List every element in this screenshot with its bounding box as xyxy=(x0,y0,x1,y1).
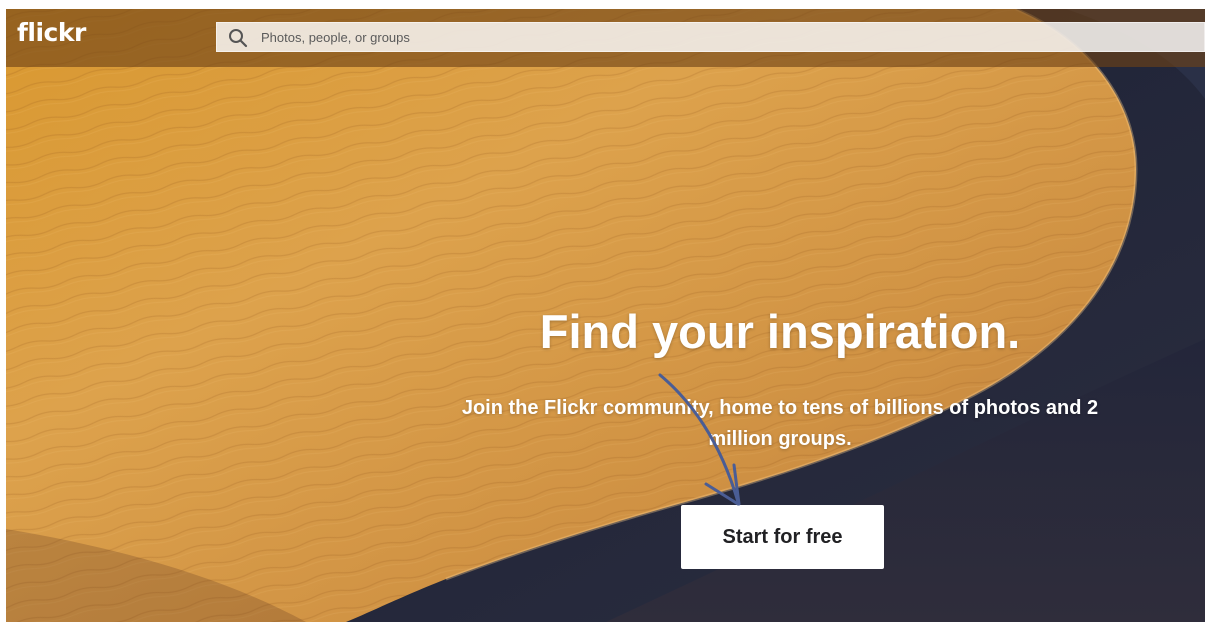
search-input[interactable] xyxy=(261,23,1191,51)
flickr-logo[interactable]: flickr xyxy=(17,18,86,47)
hero-subheadline: Join the Flickr community, home to tens … xyxy=(461,397,1099,450)
hero-headline: Find your inspiration. xyxy=(539,305,1021,358)
start-for-free-button[interactable]: Start for free xyxy=(681,505,884,569)
search-icon[interactable] xyxy=(228,28,248,48)
flickr-landing-page: flickr Find your inspiration. Join the F… xyxy=(0,0,1205,622)
search-box[interactable] xyxy=(216,22,1205,52)
top-nav-bar: flickr xyxy=(6,9,1205,67)
